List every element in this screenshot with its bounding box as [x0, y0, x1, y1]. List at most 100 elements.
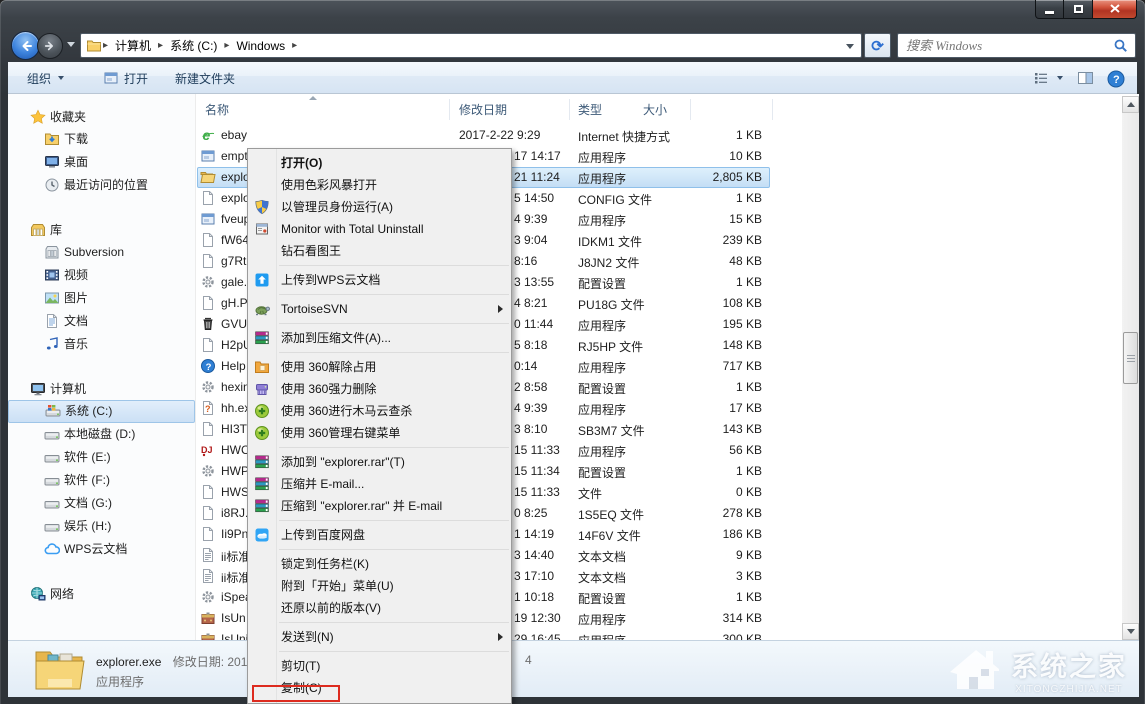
- menu-label-run-as-admin: 以管理员身份运行(A): [281, 200, 393, 214]
- file-name: HWC: [221, 443, 250, 457]
- file-date: 2 8:58: [514, 380, 547, 394]
- breadcrumb-system-c[interactable]: 系统 (C:): [164, 37, 223, 54]
- breadcrumb-computer[interactable]: 计算机: [109, 37, 157, 54]
- menu-label-upload-wps: 上传到WPS云文档: [281, 273, 380, 287]
- sidebar-item-favorites[interactable]: 收藏夹: [8, 106, 195, 128]
- menu-item-run-as-admin[interactable]: 以管理员身份运行(A): [248, 196, 511, 218]
- menu-separator: [248, 262, 511, 269]
- new-folder-button[interactable]: 新建文件夹: [168, 67, 242, 89]
- address-bar[interactable]: ▸ 计算机 ▸ 系统 (C:) ▸ Windows ▸: [80, 33, 862, 58]
- refresh-button[interactable]: ⟳: [864, 33, 891, 58]
- winrar-icon: [254, 476, 270, 492]
- minimize-button[interactable]: [1035, 0, 1064, 19]
- forward-button[interactable]: [37, 33, 63, 59]
- sidebar-item-recent-places[interactable]: 最近访问的位置: [8, 174, 195, 197]
- sidebar-section-libraries: 库Subversion 视频图片文档音乐: [8, 219, 195, 356]
- file-icon: [200, 484, 216, 500]
- folder-360-icon: [254, 359, 270, 375]
- menu-item-add-to-explorer-rar[interactable]: 添加到 "explorer.rar"(T): [248, 451, 511, 473]
- sidebar-item-disk-g[interactable]: 文档 (G:): [8, 492, 195, 515]
- menu-item-total-uninstall[interactable]: Monitor with Total Uninstall: [248, 218, 511, 240]
- forward-arrow-icon: [44, 40, 56, 52]
- sidebar-item-disk-f[interactable]: 软件 (F:): [8, 469, 195, 492]
- breadcrumb-windows[interactable]: Windows: [230, 39, 291, 53]
- sidebar-item-subversion[interactable]: Subversion: [8, 241, 195, 264]
- menu-item-360-unlock[interactable]: 使用 360解除占用: [248, 356, 511, 378]
- column-header-date[interactable]: 修改日期: [459, 101, 507, 118]
- sidebar-item-system-c[interactable]: 系统 (C:): [8, 400, 195, 423]
- sidebar-label-disk-e: 软件 (E:): [64, 450, 111, 464]
- organize-button[interactable]: 组织: [20, 67, 71, 89]
- file-date: 1 14:19: [514, 527, 554, 541]
- maximize-button[interactable]: [1064, 0, 1092, 19]
- file-row[interactable]: eebay2017-2-22 9:29Internet 快捷方式1 KB: [197, 125, 1122, 146]
- menu-item-pin-taskbar[interactable]: 锁定到任务栏(K): [248, 553, 511, 575]
- sidebar-item-wps-cloud[interactable]: WPS云文档: [8, 538, 195, 561]
- menu-item-open[interactable]: 打开(O): [248, 152, 511, 174]
- gear-icon: [200, 274, 216, 290]
- sidebar-item-videos[interactable]: 视频: [8, 264, 195, 287]
- sidebar-item-disk-e[interactable]: 软件 (E:): [8, 446, 195, 469]
- menu-item-360-trojan-scan[interactable]: 使用 360进行木马云查杀: [248, 400, 511, 422]
- scrollbar-thumb[interactable]: [1123, 332, 1138, 384]
- sidebar-item-music[interactable]: 音乐: [8, 333, 195, 356]
- menu-item-add-to-archive[interactable]: 添加到压缩文件(A)...: [248, 327, 511, 349]
- sidebar-item-disk-d[interactable]: 本地磁盘 (D:): [8, 423, 195, 446]
- sidebar-label-subversion: Subversion: [64, 245, 124, 259]
- search-icon[interactable]: [1113, 38, 1129, 57]
- vertical-scrollbar[interactable]: [1122, 96, 1139, 640]
- scroll-down-button[interactable]: [1122, 623, 1139, 640]
- sidebar-item-computer[interactable]: 计算机: [8, 378, 195, 400]
- menu-item-restore-previous[interactable]: 还原以前的版本(V): [248, 597, 511, 619]
- drive-icon: [44, 495, 60, 511]
- change-view-button[interactable]: [1033, 70, 1063, 86]
- documents-icon: [44, 313, 60, 329]
- back-button[interactable]: [11, 31, 40, 60]
- file-type: 配置设置: [578, 380, 626, 397]
- menu-item-upload-wps[interactable]: 上传到WPS云文档: [248, 269, 511, 291]
- menu-item-open-with-colorstorm[interactable]: 使用色彩风暴打开: [248, 174, 511, 196]
- recent-pages-dropdown[interactable]: [67, 42, 75, 47]
- file-name: fveup: [221, 212, 250, 226]
- sidebar-item-network[interactable]: 网络: [8, 583, 195, 605]
- menu-item-compress-explorer-rar-email[interactable]: 压缩到 "explorer.rar" 并 E-mail: [248, 495, 511, 517]
- close-button[interactable]: [1092, 0, 1137, 19]
- file-icon: [200, 421, 216, 437]
- sidebar-item-desktop[interactable]: 桌面: [8, 151, 195, 174]
- scroll-up-button[interactable]: [1122, 96, 1139, 113]
- sphere-360-icon: [254, 403, 270, 419]
- menu-item-upload-baidu[interactable]: 上传到百度网盘: [248, 524, 511, 546]
- file-size: 1 KB: [667, 464, 762, 478]
- menu-item-pin-start-menu[interactable]: 附到「开始」菜单(U): [248, 575, 511, 597]
- new-folder-label: 新建文件夹: [175, 70, 235, 87]
- menu-item-send-to[interactable]: 发送到(N): [248, 626, 511, 648]
- sidebar-item-disk-h[interactable]: 娱乐 (H:): [8, 515, 195, 538]
- sidebar-item-pictures[interactable]: 图片: [8, 287, 195, 310]
- sidebar-item-libraries[interactable]: 库: [8, 219, 195, 241]
- file-name: GVU: [221, 317, 247, 331]
- sidebar-item-downloads[interactable]: 下载: [8, 128, 195, 151]
- file-type: CONFIG 文件: [578, 191, 652, 208]
- preview-pane-button[interactable]: [1077, 70, 1093, 86]
- column-header-type[interactable]: 类型: [578, 101, 602, 118]
- menu-item-cut[interactable]: 剪切(T): [248, 655, 511, 677]
- help-button[interactable]: ?: [1107, 70, 1123, 86]
- menu-item-zuanshi-viewer[interactable]: 钻石看图王: [248, 240, 511, 262]
- open-button[interactable]: 打开: [96, 67, 155, 89]
- file-type: RJ5HP 文件: [578, 338, 643, 355]
- menu-item-360-force-delete[interactable]: 使用 360强力删除: [248, 378, 511, 400]
- details-filename: explorer.exe: [96, 655, 161, 669]
- file-size: 2,805 KB: [667, 170, 762, 184]
- file-name: Ii9Pn: [221, 527, 248, 541]
- menu-item-compress-email[interactable]: 压缩并 E-mail...: [248, 473, 511, 495]
- file-name: gale.: [221, 275, 247, 289]
- sidebar-label-libraries: 库: [50, 223, 62, 237]
- column-header-size[interactable]: 大小: [643, 101, 667, 118]
- sidebar-item-documents[interactable]: 文档: [8, 310, 195, 333]
- search-input[interactable]: [906, 36, 1106, 55]
- menu-label-zuanshi-viewer: 钻石看图王: [281, 244, 341, 258]
- menu-item-tortoisesvn[interactable]: TortoiseSVN: [248, 298, 511, 320]
- column-header-name[interactable]: 名称: [205, 101, 229, 118]
- menu-item-360-context-menu[interactable]: 使用 360管理右键菜单: [248, 422, 511, 444]
- address-dropdown-icon[interactable]: [846, 44, 854, 49]
